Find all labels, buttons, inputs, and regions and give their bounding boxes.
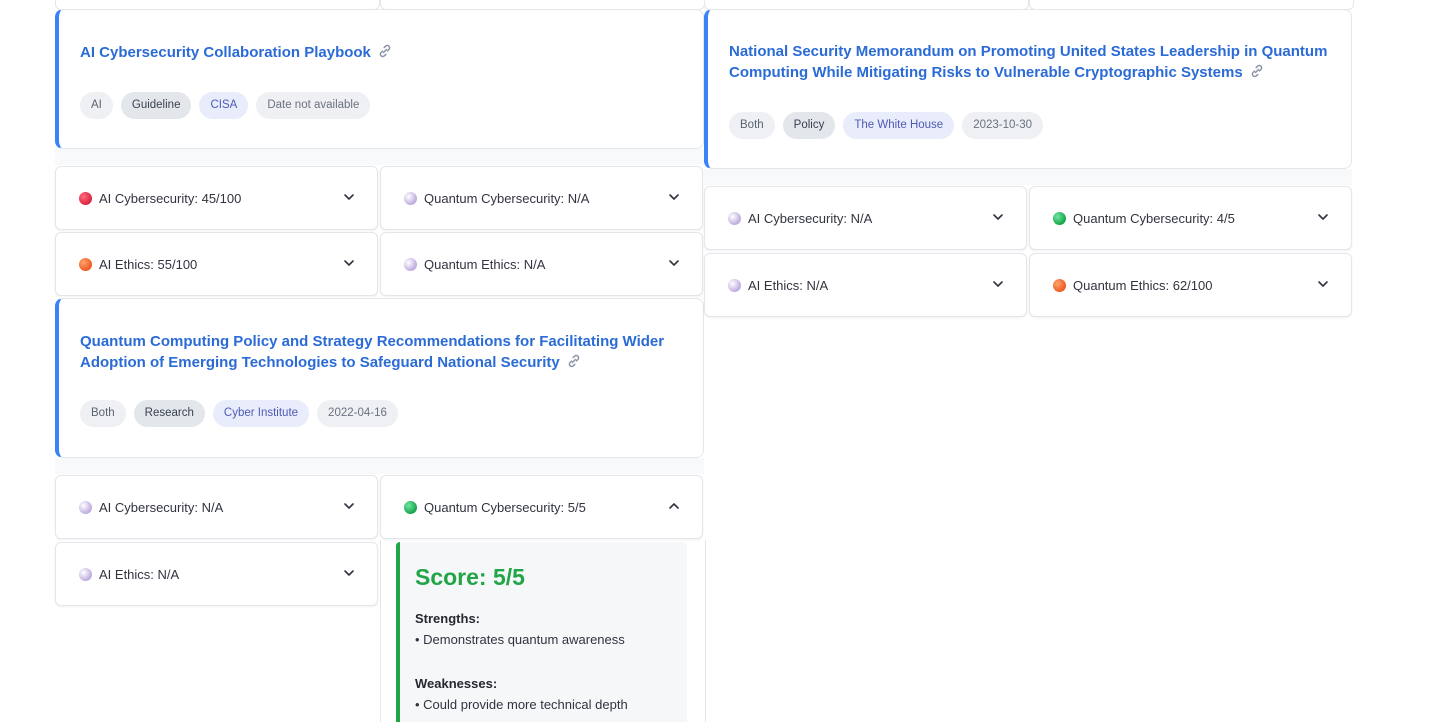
link-icon[interactable] — [566, 353, 582, 376]
status-dot-na-icon — [79, 568, 92, 581]
score-expander-quantum-ethics[interactable]: Quantum Ethics: N/A — [380, 232, 703, 296]
chevron-down-icon[interactable] — [992, 278, 1004, 290]
score-detail-panel: Score: 5/5 Strengths: • Demonstrates qua… — [396, 542, 687, 722]
date-tag: 2023-10-30 — [962, 112, 1044, 139]
status-dot-na-icon — [404, 192, 417, 205]
status-dot-orange-icon — [1053, 279, 1066, 292]
score-expander-ai-ethics[interactable]: AI Ethics: N/A — [704, 253, 1027, 317]
score-expander-quantum-cybersecurity[interactable]: Quantum Cybersecurity: 5/5 — [380, 475, 703, 539]
domain-tag: Both — [729, 112, 775, 139]
tag-row: Both Policy The White House 2023-10-30 — [729, 112, 1044, 139]
status-dot-green-icon — [1053, 212, 1066, 225]
score-label: Quantum Cybersecurity: 5/5 — [424, 500, 586, 515]
source-tag: Cyber Institute — [212, 400, 310, 427]
link-icon[interactable] — [1249, 63, 1265, 86]
weakness-item: • Could provide more technical depth — [415, 697, 628, 712]
tag-row: Both Research Cyber Institute 2022-04-16 — [80, 400, 398, 427]
assessment-grid: AI Cybersecurity Collaboration Playbook … — [0, 0, 1431, 722]
document-card: Quantum Computing Policy and Strategy Re… — [55, 298, 704, 458]
type-tag: Guideline — [120, 92, 192, 119]
link-icon[interactable] — [377, 43, 393, 66]
source-tag: The White House — [843, 112, 955, 139]
chevron-down-icon[interactable] — [1317, 211, 1329, 223]
status-dot-na-icon — [79, 501, 92, 514]
document-title-line[interactable]: Adoption of Emerging Technologies to Saf… — [80, 354, 560, 371]
document-card: National Security Memorandum on Promotin… — [704, 9, 1352, 169]
status-dot-red-icon — [79, 192, 92, 205]
document-title[interactable]: National Security Memorandum on Promotin… — [729, 42, 1331, 85]
document-title[interactable]: AI Cybersecurity Collaboration Playbook — [80, 43, 683, 66]
domain-tag: Both — [80, 400, 126, 427]
document-title-text[interactable]: AI Cybersecurity Collaboration Playbook — [80, 44, 371, 61]
date-tag: Date not available — [256, 92, 371, 119]
strength-item: • Demonstrates quantum awareness — [415, 632, 625, 647]
document-card: AI Cybersecurity Collaboration Playbook … — [55, 9, 704, 149]
status-dot-na-icon — [404, 258, 417, 271]
chevron-down-icon[interactable] — [343, 257, 355, 269]
chevron-down-icon[interactable] — [668, 191, 680, 203]
score-expander-quantum-cybersecurity[interactable]: Quantum Cybersecurity: 4/5 — [1029, 186, 1352, 250]
document-title-line[interactable]: Quantum Computing Policy and Strategy Re… — [80, 333, 664, 350]
type-tag: Research — [133, 400, 205, 427]
status-dot-green-icon — [404, 501, 417, 514]
score-label: AI Ethics: 55/100 — [99, 257, 198, 272]
weaknesses-heading: Weaknesses: — [415, 676, 498, 691]
tag-row: AI Guideline CISA Date not available — [80, 92, 371, 119]
document-title[interactable]: Quantum Computing Policy and Strategy Re… — [80, 332, 683, 375]
chevron-down-icon[interactable] — [668, 257, 680, 269]
spacer — [55, 458, 704, 474]
chevron-down-icon[interactable] — [992, 211, 1004, 223]
chevron-up-icon[interactable] — [668, 500, 680, 512]
score-expander-ai-cybersecurity[interactable]: AI Cybersecurity: N/A — [704, 186, 1027, 250]
score-label: AI Cybersecurity: N/A — [99, 500, 224, 515]
score-expander-ai-ethics[interactable]: AI Ethics: N/A — [55, 542, 378, 606]
spacer — [704, 169, 1352, 185]
chevron-down-icon[interactable] — [343, 567, 355, 579]
document-title-line[interactable]: Computing While Mitigating Risks to Vuln… — [729, 64, 1243, 81]
document-title-line[interactable]: National Security Memorandum on Promotin… — [729, 43, 1327, 60]
right-column: National Security Memorandum on Promotin… — [704, 0, 1354, 722]
score-label: Quantum Cybersecurity: N/A — [424, 191, 590, 206]
score-label: AI Ethics: N/A — [748, 278, 829, 293]
score-label: Quantum Ethics: 62/100 — [1073, 278, 1213, 293]
detail-score: Score: 5/5 — [415, 564, 525, 590]
type-tag: Policy — [782, 112, 836, 139]
score-expander-quantum-cybersecurity[interactable]: Quantum Cybersecurity: N/A — [380, 166, 703, 230]
score-label: Quantum Cybersecurity: 4/5 — [1073, 211, 1235, 226]
domain-tag: AI — [80, 92, 113, 119]
strengths-heading: Strengths: — [415, 611, 480, 626]
chevron-down-icon[interactable] — [343, 191, 355, 203]
score-expander-ai-cybersecurity[interactable]: AI Cybersecurity: 45/100 — [55, 166, 378, 230]
chevron-down-icon[interactable] — [1317, 278, 1329, 290]
score-label: Quantum Ethics: N/A — [424, 257, 546, 272]
score-expander-quantum-ethics[interactable]: Quantum Ethics: 62/100 — [1029, 253, 1352, 317]
chevron-down-icon[interactable] — [343, 500, 355, 512]
score-label: AI Cybersecurity: N/A — [748, 211, 873, 226]
status-dot-na-icon — [728, 212, 741, 225]
score-label: AI Cybersecurity: 45/100 — [99, 191, 242, 206]
score-label: AI Ethics: N/A — [99, 567, 180, 582]
left-column: AI Cybersecurity Collaboration Playbook … — [55, 0, 706, 722]
score-expander-ai-ethics[interactable]: AI Ethics: 55/100 — [55, 232, 378, 296]
status-dot-orange-icon — [79, 258, 92, 271]
date-tag: 2022-04-16 — [317, 400, 398, 427]
status-dot-na-icon — [728, 279, 741, 292]
source-tag: CISA — [199, 92, 249, 119]
score-expander-ai-cybersecurity[interactable]: AI Cybersecurity: N/A — [55, 475, 378, 539]
spacer — [55, 149, 704, 165]
